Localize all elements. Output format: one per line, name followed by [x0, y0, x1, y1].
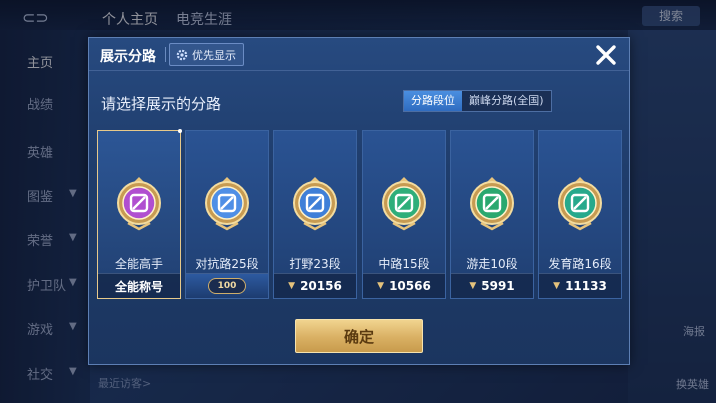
route-card[interactable]: 全能高手 全能称号	[97, 129, 182, 299]
dialog-title: 展示分路	[100, 49, 156, 65]
score-icon: ▼	[553, 281, 561, 291]
route-badge-icon	[470, 177, 514, 231]
score-icon: ▼	[377, 281, 385, 291]
score-footer: ▼ 20156	[274, 273, 356, 298]
route-display-dialog: 展示分路 优先显示 请选择展示的分路 分路段位 巅峰分路(全国) 全能高手全能称…	[88, 37, 630, 365]
score-footer: ▼ 10566	[363, 273, 445, 298]
rank-footer: 100	[186, 273, 268, 298]
score-value: 20156	[300, 279, 342, 293]
score-footer: ▼ 5991	[451, 273, 533, 298]
tab-route-rank[interactable]: 分路段位	[404, 91, 462, 111]
score-footer: ▼ 11133	[539, 273, 621, 298]
score-value: 11133	[565, 279, 607, 293]
title-divider	[165, 47, 166, 62]
score-value: 5991	[481, 279, 515, 293]
selection-prompt: 请选择展示的分路	[101, 95, 222, 113]
route-name: 发育路16段	[548, 257, 612, 271]
route-name: 打野23段	[289, 257, 341, 271]
gear-icon	[176, 49, 188, 60]
route-name: 游走10段	[466, 257, 518, 271]
route-name: 全能高手	[114, 257, 163, 271]
priority-display-button[interactable]: 优先显示	[169, 43, 244, 66]
rank-badge: 100	[208, 278, 246, 294]
priority-label: 优先显示	[192, 48, 236, 62]
score-icon: ▼	[469, 281, 477, 291]
route-name: 中路15段	[378, 257, 430, 271]
route-badge-icon	[382, 177, 426, 231]
route-card[interactable]: 打野23段 ▼ 20156	[273, 130, 357, 299]
tab-peak-route[interactable]: 巅峰分路(全国)	[462, 91, 551, 111]
confirm-button[interactable]: 确定	[295, 319, 423, 353]
selection-marker	[178, 129, 182, 133]
score-value: 10566	[389, 279, 431, 293]
route-badge-icon	[205, 177, 249, 231]
title-label: 全能称号	[98, 273, 180, 298]
route-card[interactable]: 游走10段 ▼ 5991	[450, 130, 534, 299]
close-icon[interactable]	[594, 43, 618, 67]
route-card[interactable]: 中路15段 ▼ 10566	[362, 130, 446, 299]
score-icon: ▼	[288, 281, 296, 291]
route-badge-icon	[293, 177, 337, 231]
route-card[interactable]: 发育路16段 ▼ 11133	[538, 130, 622, 299]
route-tabs: 分路段位 巅峰分路(全国)	[403, 90, 552, 112]
route-badge-icon	[117, 177, 161, 231]
route-card[interactable]: 对抗路25段 100	[185, 130, 269, 299]
route-badge-icon	[558, 177, 602, 231]
header-divider	[89, 70, 629, 71]
route-name: 对抗路25段	[195, 257, 259, 271]
